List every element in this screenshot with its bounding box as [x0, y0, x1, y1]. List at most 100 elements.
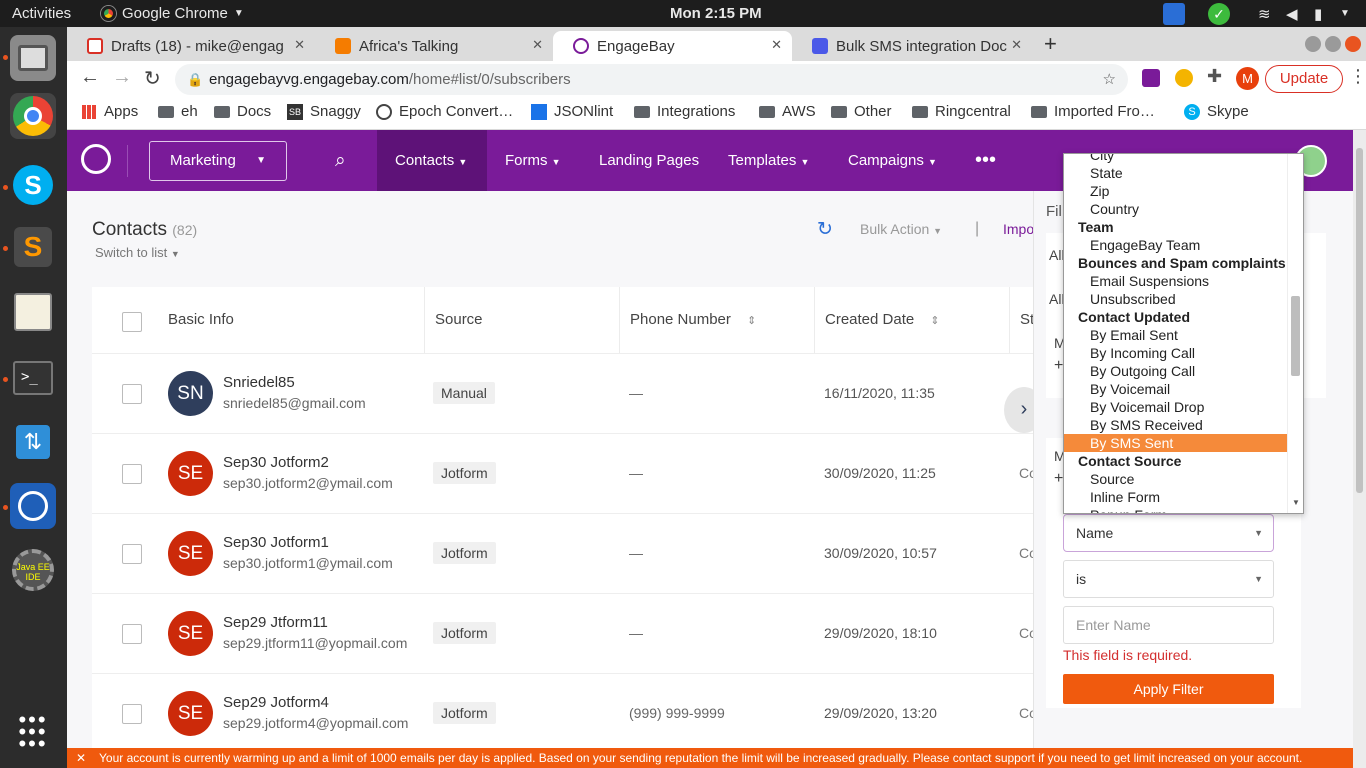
app-grid-icon[interactable]: ••• ••• ••• — [10, 709, 56, 755]
col-created-date[interactable]: Created Date ⇕ — [815, 287, 1010, 353]
tab-engagebay[interactable]: EngageBay ✕ — [553, 31, 792, 61]
new-tab-icon[interactable]: + — [1044, 31, 1057, 57]
system-menu-icon[interactable]: ▼ — [1340, 8, 1350, 19]
dropdown-option[interactable]: Unsubscribed — [1064, 290, 1288, 308]
scroll-thumb[interactable] — [1291, 296, 1300, 376]
filter-field-dropdown[interactable]: City State Zip Country Team EngageBay Te… — [1063, 153, 1304, 514]
tab-bulk-sms-doc[interactable]: Bulk SMS integration Doc ✕ — [792, 31, 1032, 61]
contact-name[interactable]: Sep29 Jotform4 — [223, 694, 329, 711]
dropdown-option[interactable]: By Outgoing Call — [1064, 362, 1288, 380]
bookmark-snaggy[interactable]: SB Snaggy — [287, 103, 361, 120]
table-row[interactable]: SE Sep30 Jotform2 sep30.jotform2@ymail.c… — [92, 433, 1062, 513]
dropdown-option[interactable]: By Voicemail — [1064, 380, 1288, 398]
dropdown-option[interactable]: Country — [1064, 200, 1288, 218]
profile-avatar[interactable]: M — [1236, 67, 1259, 90]
dropdown-scrollbar[interactable]: ▼ — [1287, 154, 1303, 513]
nav-campaigns[interactable]: Campaigns ▼ — [848, 130, 937, 191]
extension-shield-icon[interactable] — [1175, 69, 1193, 87]
close-icon[interactable]: ✕ — [532, 37, 543, 53]
dropdown-option[interactable]: Source — [1064, 470, 1288, 488]
table-row[interactable]: SN Snriedel85 snriedel85@gmail.com Manua… — [92, 353, 1062, 433]
clock[interactable]: Mon 2:15 PM — [670, 5, 762, 22]
add-icon[interactable]: + — [1054, 470, 1063, 488]
update-button[interactable]: Update — [1265, 65, 1343, 93]
dropdown-option[interactable]: City — [1064, 154, 1288, 164]
chrome-icon[interactable] — [10, 93, 56, 139]
close-icon[interactable]: ✕ — [771, 37, 782, 53]
select-all-checkbox[interactable] — [122, 312, 142, 332]
engagebay-logo[interactable] — [81, 144, 111, 174]
row-checkbox[interactable] — [122, 624, 142, 644]
bookmark-imported[interactable]: Imported Fro… — [1031, 103, 1155, 120]
window-close-icon[interactable] — [1345, 36, 1361, 52]
dropdown-option[interactable]: Zip — [1064, 182, 1288, 200]
volume-icon[interactable]: ◀ — [1286, 5, 1298, 23]
star-icon[interactable]: ☆ — [1103, 64, 1116, 95]
module-select[interactable]: Marketing ▼ — [149, 141, 287, 181]
contact-name[interactable]: Sep30 Jotform2 — [223, 454, 329, 471]
bookmark-jsonlint[interactable]: JSONlint — [531, 103, 613, 120]
address-bar[interactable]: 🔒 engagebayvg.engagebay.com/home#list/0/… — [175, 64, 1128, 95]
skype-icon[interactable]: S — [10, 162, 56, 208]
dropdown-option[interactable]: By Voicemail Drop — [1064, 398, 1288, 416]
extension-screen-icon[interactable] — [1142, 69, 1160, 87]
more-menu-icon[interactable]: ⋮ — [1349, 66, 1366, 87]
scroll-down-icon[interactable]: ▼ — [1292, 498, 1300, 507]
close-icon[interactable]: ✕ — [76, 748, 86, 768]
hex-app-icon[interactable] — [10, 483, 56, 529]
close-icon[interactable]: ✕ — [1011, 37, 1022, 53]
switch-to-list[interactable]: Switch to list ▼ — [95, 245, 180, 260]
apply-filter-button[interactable]: Apply Filter — [1063, 674, 1274, 704]
java-ide-icon[interactable]: Java EE IDE — [10, 547, 56, 593]
search-icon[interactable]: ⌕ — [335, 130, 346, 191]
filter-field-select[interactable]: Name ▼ — [1063, 514, 1274, 552]
bookmark-ringcentral[interactable]: Ringcentral — [912, 103, 1011, 120]
back-icon[interactable]: ← — [80, 66, 100, 89]
tab-gmail[interactable]: Drafts (18) - mike@engag ✕ — [67, 31, 315, 61]
forward-icon[interactable]: → — [112, 66, 132, 89]
refresh-icon[interactable]: ↻ — [817, 218, 833, 241]
nav-templates[interactable]: Templates ▼ — [728, 130, 809, 191]
activities-button[interactable]: Activities — [12, 5, 71, 22]
bookmark-aws[interactable]: AWS — [759, 103, 816, 120]
translate-icon[interactable] — [1163, 3, 1185, 25]
contact-name[interactable]: Sep29 Jtform11 — [223, 614, 328, 631]
wifi-icon[interactable]: ≋ — [1258, 5, 1271, 23]
bookmark-eh[interactable]: eh — [158, 103, 198, 120]
nav-contacts[interactable]: Contacts ▼ — [377, 130, 487, 191]
contact-name[interactable]: Snriedel85 — [223, 374, 295, 391]
dropdown-option[interactable]: Email Suspensions — [1064, 272, 1288, 290]
extensions-puzzle-icon[interactable]: ✚ — [1207, 66, 1222, 87]
import-button[interactable]: Impo — [1003, 221, 1034, 237]
contact-name[interactable]: Sep30 Jotform1 — [223, 534, 329, 551]
dropdown-option[interactable]: By SMS Received — [1064, 416, 1288, 434]
battery-icon[interactable]: ▮ — [1314, 5, 1322, 23]
table-row[interactable]: SE Sep29 Jotform4 sep29.jotform4@yopmail… — [92, 673, 1062, 748]
reload-icon[interactable]: ↻ — [144, 66, 161, 91]
terminal-icon[interactable]: >_ — [10, 355, 56, 401]
dropdown-option[interactable]: Inline Form — [1064, 488, 1288, 506]
row-checkbox[interactable] — [122, 544, 142, 564]
close-icon[interactable]: ✕ — [294, 37, 305, 53]
text-editor-icon[interactable] — [10, 289, 56, 335]
page-scrollbar[interactable] — [1353, 130, 1366, 768]
bulk-action-button[interactable]: Bulk Action ▼ — [860, 221, 942, 237]
app-menu[interactable]: Google Chrome ▼ — [101, 5, 244, 22]
row-checkbox[interactable] — [122, 704, 142, 724]
maximize-icon[interactable] — [1325, 36, 1341, 52]
sublime-icon[interactable]: S — [10, 224, 56, 270]
file-manager-icon[interactable] — [10, 35, 56, 81]
row-checkbox[interactable] — [122, 464, 142, 484]
dropdown-option[interactable]: Popup Form — [1064, 506, 1288, 513]
dropdown-option[interactable]: EngageBay Team — [1064, 236, 1288, 254]
bookmark-docs[interactable]: Docs — [214, 103, 271, 120]
filter-value-input[interactable]: Enter Name — [1063, 606, 1274, 644]
dropdown-option-selected[interactable]: By SMS Sent — [1064, 434, 1288, 452]
bookmark-apps[interactable]: Apps — [82, 103, 138, 120]
col-phone[interactable]: Phone Number ⇕ — [620, 287, 815, 353]
more-icon[interactable]: ••• — [975, 130, 996, 191]
bookmark-other[interactable]: Other — [831, 103, 892, 120]
filter-operator-select[interactable]: is ▼ — [1063, 560, 1274, 598]
dropdown-option[interactable]: State — [1064, 164, 1288, 182]
nav-forms[interactable]: Forms ▼ — [505, 130, 561, 191]
